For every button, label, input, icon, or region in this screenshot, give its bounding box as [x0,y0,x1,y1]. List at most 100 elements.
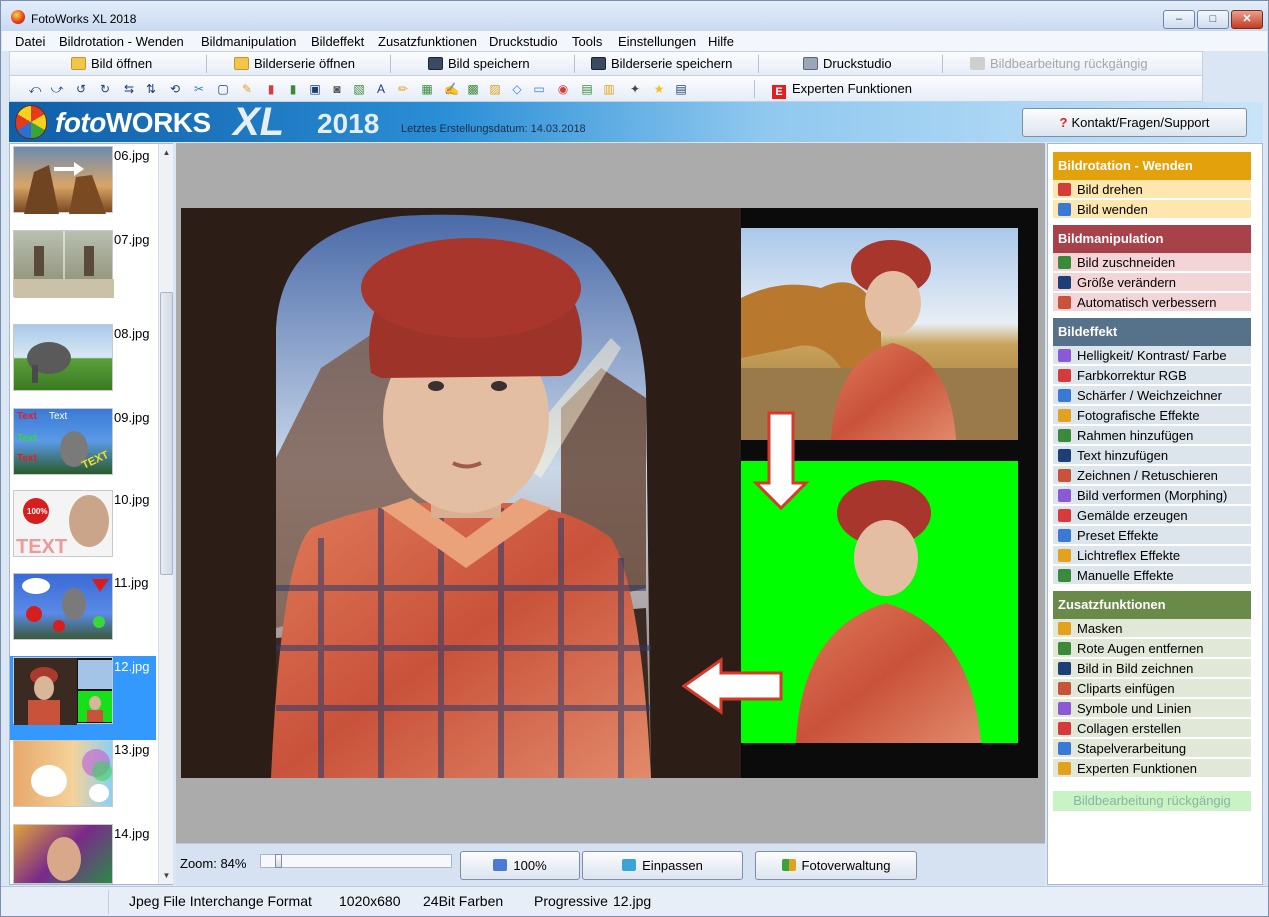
minimize-button[interactable]: – [1163,10,1195,29]
panel-item[interactable]: Rahmen hinzufügen [1053,426,1251,445]
photo-effects-icon[interactable]: ◙ [330,82,344,96]
lightflare-icon[interactable]: ▨ [488,82,502,96]
maximize-button[interactable]: □ [1197,10,1229,29]
panel-item[interactable]: Cliparts einfügen [1053,679,1251,698]
panel-item[interactable]: Bild verformen (Morphing) [1053,486,1251,505]
flip-h-icon[interactable]: ⇆ [122,82,136,96]
thumbnail-image-selected[interactable] [13,657,113,725]
panel-item[interactable]: Collagen erstellen [1053,719,1251,738]
edited-photo[interactable] [181,208,1038,778]
resize-icon[interactable]: ▢ [216,82,230,96]
sharpen-icon[interactable]: ▣ [308,82,322,96]
photo-manager-button[interactable]: Fotoverwaltung [755,851,917,880]
panel-item[interactable]: Masken [1053,619,1251,638]
menu-druckstudio[interactable]: Druckstudio [489,34,558,49]
section-header[interactable]: Bildmanipulation [1053,225,1251,253]
panel-item[interactable]: Manuelle Effekte [1053,566,1251,585]
rotate-ccw-icon[interactable]: ↺ [74,82,88,96]
panel-item[interactable]: Gemälde erzeugen [1053,506,1251,525]
panel-item[interactable]: Fotografische Effekte [1053,406,1251,425]
section-header[interactable]: Zusatzfunktionen [1053,591,1251,619]
morph-icon[interactable]: ▦ [420,82,434,96]
batch-icon[interactable]: ▤ [674,82,688,96]
thumbnail-label[interactable]: 06.jpg [114,148,149,163]
panel-item[interactable]: Automatisch verbessern [1053,293,1251,312]
thumbnail-label-selected[interactable]: 12.jpg [114,659,149,674]
panel-item[interactable]: Größe verändern [1053,273,1251,292]
menu-bildeffekt[interactable]: Bildeffekt [311,34,364,49]
thumbnail-image[interactable]: Text Text Text Text TEXT [13,408,113,475]
menu-bildrotation[interactable]: Bildrotation - Wenden [59,34,184,49]
thumbnail-image[interactable] [13,740,113,807]
save-image-button[interactable]: Bild speichern [428,56,530,74]
section-header[interactable]: Bildeffekt [1053,318,1251,346]
panel-item[interactable]: Bild in Bild zeichnen [1053,659,1251,678]
thumbnail-image[interactable] [13,573,113,640]
support-button[interactable]: ? Kontakt/Fragen/Support [1022,108,1247,137]
crop-icon[interactable]: ✂ [192,82,206,96]
zoom-100-button[interactable]: 100% [460,851,580,880]
panel-item[interactable]: Schärfer / Weichzeichner [1053,386,1251,405]
scroll-up-icon[interactable]: ▲ [160,145,173,160]
panel-item[interactable]: Zeichnen / Retuschieren [1053,466,1251,485]
collage-icon[interactable]: ★ [652,82,666,96]
panel-item[interactable]: Stapelverarbeitung [1053,739,1251,758]
flip-icon[interactable]: ⟲ [168,82,182,96]
panel-item[interactable]: Farbkorrektur RGB [1053,366,1251,385]
menu-einstellungen[interactable]: Einstellungen [618,34,696,49]
thumbnail-image[interactable] [13,824,113,884]
manual-effects-icon[interactable]: ◇ [510,82,524,96]
menu-datei[interactable]: Datei [15,34,45,49]
thumbnail-label[interactable]: 08.jpg [114,326,149,341]
section-header[interactable]: Bildrotation - Wenden [1053,152,1251,180]
color-rgb-icon[interactable]: ▮ [286,82,300,96]
open-image-button[interactable]: Bild öffnen [71,56,152,74]
flip-v-icon[interactable]: ⇅ [144,82,158,96]
panel-item[interactable]: Bild wenden [1053,200,1251,219]
thumbnail-label[interactable]: 07.jpg [114,232,149,247]
save-series-button[interactable]: Bilderserie speichern [591,56,732,74]
menu-tools[interactable]: Tools [572,34,602,49]
thumbnail-label[interactable]: 10.jpg [114,492,149,507]
text-icon[interactable]: A [374,82,388,96]
thumbnail-scrollbar[interactable]: ▲ ▼ [158,144,173,884]
expert-functions-button[interactable]: E Experten Funktionen [772,81,912,99]
close-button[interactable]: ✕ [1231,10,1263,29]
clipart-icon[interactable]: ▥ [602,82,616,96]
draw-icon[interactable]: ✏ [396,82,410,96]
thumbnail-label[interactable]: 09.jpg [114,410,149,425]
panel-item[interactable]: Rote Augen entfernen [1053,639,1251,658]
undo-button[interactable]: Bildbearbeitung rückgängig [970,56,1148,74]
thumbnail-image[interactable]: 100% TEXT [13,490,113,558]
panel-item[interactable]: Preset Effekte [1053,526,1251,545]
rotate-left-icon[interactable]: ⤺ [28,82,42,96]
paint-icon[interactable]: ✍ [444,82,459,96]
panel-item[interactable]: Helligkeit/ Kontrast/ Farbe [1053,346,1251,365]
thumbnail-label[interactable]: 14.jpg [114,826,149,841]
panel-item[interactable]: Lichtreflex Effekte [1053,546,1251,565]
rotate-cw-icon[interactable]: ↻ [98,82,112,96]
print-studio-button[interactable]: Druckstudio [803,56,892,74]
fit-button[interactable]: Einpassen [582,851,743,880]
zoom-slider[interactable] [260,854,452,868]
auto-improve-icon[interactable]: ✎ [240,82,254,96]
pip-icon[interactable]: ▤ [580,82,594,96]
symbols-icon[interactable]: ✦ [628,82,642,96]
open-series-button[interactable]: Bilderserie öffnen [234,56,355,74]
image-canvas[interactable] [176,143,1045,843]
scroll-down-icon[interactable]: ▼ [160,868,173,883]
zoom-slider-knob[interactable] [275,854,282,868]
brightness-icon[interactable]: ▮ [264,82,278,96]
thumbnail-image[interactable] [13,324,113,391]
panel-item[interactable]: Bild drehen [1053,180,1251,199]
menu-hilfe[interactable]: Hilfe [708,34,734,49]
thumbnail-label[interactable]: 11.jpg [114,575,148,590]
menu-bildmanipulation[interactable]: Bildmanipulation [201,34,296,49]
rotate-right-icon[interactable]: ⤻ [50,82,64,96]
thumbnail-image[interactable] [13,230,114,298]
menu-zusatzfunktionen[interactable]: Zusatzfunktionen [378,34,477,49]
preset-icon[interactable]: ▩ [466,82,480,96]
panel-undo-button[interactable]: Bildbearbeitung rückgängig [1053,791,1251,811]
scroll-thumb[interactable] [160,292,173,575]
thumbnail-image[interactable] [13,146,113,214]
